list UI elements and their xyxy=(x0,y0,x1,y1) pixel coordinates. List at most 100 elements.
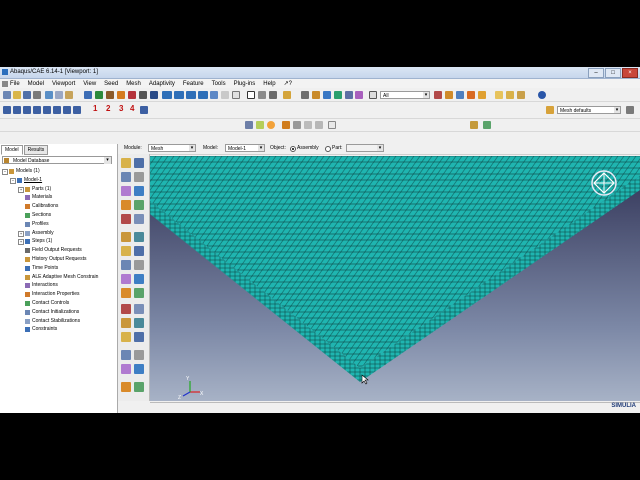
module-select[interactable]: Mesh ▾ xyxy=(148,144,196,152)
delete-mesh-icon[interactable] xyxy=(134,382,144,392)
menu-tools[interactable]: Tools xyxy=(212,81,226,87)
tree-item[interactable]: − Model-1 xyxy=(2,176,114,185)
maximize-button[interactable]: □ xyxy=(605,68,621,78)
color-code-icon-3[interactable] xyxy=(517,91,525,99)
annotation-icon[interactable] xyxy=(232,91,240,99)
cycle-views-icon[interactable] xyxy=(150,91,158,99)
edit-mesh-icon[interactable] xyxy=(134,304,144,314)
view-manipulator-icon[interactable] xyxy=(591,170,617,196)
element-type-icon[interactable] xyxy=(134,350,144,360)
refresh-icon[interactable] xyxy=(315,121,323,129)
color-code-icon[interactable] xyxy=(495,91,503,99)
filled-icon[interactable] xyxy=(345,91,353,99)
tree-item[interactable]: + Parts (1) xyxy=(2,185,114,194)
mesh-controls-icon[interactable] xyxy=(121,172,131,182)
tree-item[interactable]: − Models (1) xyxy=(2,167,114,176)
save-icon[interactable] xyxy=(23,91,31,99)
tree-item[interactable]: Interactions xyxy=(2,281,114,290)
shaded-icon[interactable] xyxy=(355,91,363,99)
verify-mesh-icon[interactable] xyxy=(121,288,131,298)
hidden-line-icon[interactable] xyxy=(334,91,342,99)
select-icon-3[interactable] xyxy=(456,91,464,99)
menu-seed[interactable]: Seed xyxy=(104,81,118,87)
part-radio[interactable] xyxy=(325,146,331,152)
partition-cell-icon[interactable] xyxy=(63,106,71,114)
undo-icon[interactable] xyxy=(293,121,301,129)
tree-item[interactable]: Calibrations xyxy=(2,202,114,211)
mesh-region-icon[interactable] xyxy=(134,274,144,284)
mesh-part-icon[interactable] xyxy=(121,186,131,196)
verify-mesh-icon[interactable] xyxy=(121,200,131,210)
part-select[interactable]: ▾ xyxy=(346,144,384,152)
tree-expander-icon[interactable]: + xyxy=(18,186,24,193)
wireframe-icon[interactable] xyxy=(323,91,331,99)
element-type-icon[interactable] xyxy=(134,260,144,270)
partition-face-icon[interactable] xyxy=(53,106,61,114)
menu-file[interactable]: File xyxy=(10,81,20,87)
tree-item[interactable]: Materials xyxy=(2,193,114,202)
tab-results[interactable]: Results xyxy=(23,145,49,155)
menu-view[interactable]: View xyxy=(83,81,96,87)
menu-help[interactable]: Help xyxy=(263,81,275,87)
menu-feature[interactable]: Feature xyxy=(183,81,204,87)
assembly-radio[interactable] xyxy=(290,146,296,152)
model-database-select[interactable]: Model Database ▾ xyxy=(2,156,112,164)
delete-mesh-icon[interactable] xyxy=(134,288,144,298)
mesh-part-icon[interactable] xyxy=(121,364,131,374)
triad-1[interactable]: 1 xyxy=(93,104,97,113)
seed-part-icon[interactable] xyxy=(121,332,131,342)
mesh-region-icon[interactable] xyxy=(134,186,144,196)
triad-4[interactable]: 4 xyxy=(130,104,134,113)
edit-mesh-icon[interactable] xyxy=(134,214,144,224)
tree-item[interactable]: Sections xyxy=(2,211,114,220)
pan-icon[interactable] xyxy=(84,91,92,99)
tree-item[interactable]: Time Points xyxy=(2,264,114,273)
tree-item[interactable]: + Steps (1) xyxy=(2,237,114,246)
display-options-icon[interactable] xyxy=(328,121,336,129)
coordinate-icon[interactable] xyxy=(140,106,148,114)
tab-model[interactable]: Model xyxy=(1,145,23,155)
parallel-icon[interactable] xyxy=(312,91,320,99)
tree-item[interactable]: ALE Adaptive Mesh Constrain xyxy=(2,273,114,282)
tree-expander-icon[interactable]: + xyxy=(18,230,24,237)
tree-expander-icon[interactable]: − xyxy=(2,169,8,175)
open-icon[interactable] xyxy=(13,91,21,99)
minimize-button[interactable]: – xyxy=(588,68,604,78)
menu-plugins[interactable]: Plug-ins xyxy=(234,81,256,87)
query-icon[interactable] xyxy=(65,91,73,99)
close-button[interactable]: × xyxy=(622,68,638,78)
tree-item[interactable]: Contact Initializations xyxy=(2,308,114,317)
mesh-tools-icon[interactable] xyxy=(134,318,144,328)
redo-icon[interactable] xyxy=(304,121,312,129)
view-back-icon[interactable] xyxy=(174,91,184,99)
info-icon[interactable] xyxy=(538,91,546,99)
mesh-tools-icon[interactable] xyxy=(134,232,144,242)
mesh-defaults-icon[interactable] xyxy=(546,106,554,114)
zoom-icon[interactable] xyxy=(117,91,125,99)
view-right-icon[interactable] xyxy=(221,91,229,99)
triad-3[interactable]: 3 xyxy=(119,104,123,113)
verify-mesh-icon[interactable] xyxy=(121,382,131,392)
seed-edge-icon[interactable] xyxy=(134,246,144,256)
virtual-topology-icon[interactable] xyxy=(121,318,131,328)
select-icon-2[interactable] xyxy=(445,91,453,99)
partition-icon[interactable] xyxy=(43,106,51,114)
select-icon-4[interactable] xyxy=(467,91,475,99)
viewport-tile-icon[interactable] xyxy=(55,91,63,99)
seed-edge-icon[interactable] xyxy=(134,158,144,168)
view-left-icon[interactable] xyxy=(210,91,218,99)
color-code-icon-2[interactable] xyxy=(506,91,514,99)
color-icon[interactable] xyxy=(267,121,275,129)
datum-csys-icon[interactable] xyxy=(33,106,41,114)
mesh-controls-icon[interactable] xyxy=(121,350,131,360)
mesh-region-icon[interactable] xyxy=(134,364,144,374)
mesh-controls-icon[interactable] xyxy=(121,260,131,270)
seed-part-icon[interactable] xyxy=(121,158,131,168)
tree-expander-icon[interactable]: − xyxy=(10,177,16,184)
auto-fit-icon[interactable] xyxy=(139,91,147,99)
toggle-icon[interactable] xyxy=(283,91,291,99)
mesh-part-icon[interactable] xyxy=(470,121,478,129)
mesh-options-icon[interactable] xyxy=(626,106,634,114)
tree-expander-icon[interactable]: + xyxy=(18,239,24,246)
mesh-part-icon[interactable] xyxy=(121,274,131,284)
